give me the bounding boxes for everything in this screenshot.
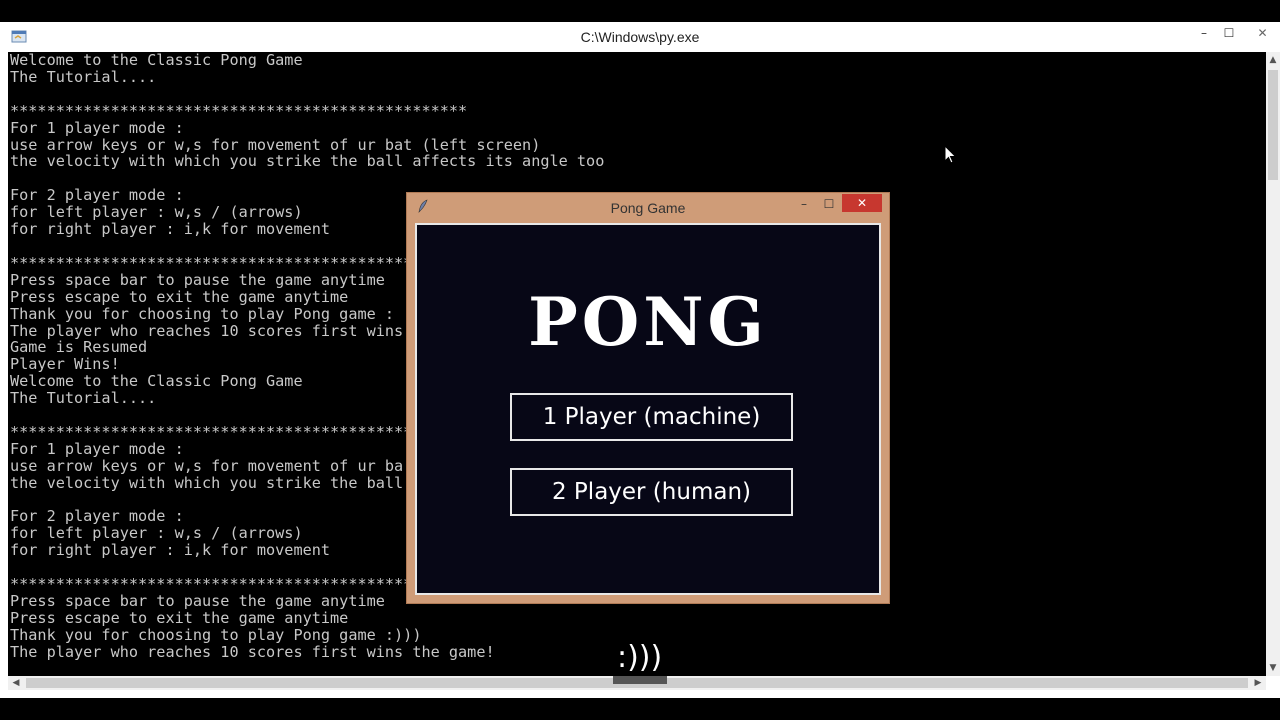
maximize-button[interactable]: ☐ — [1215, 22, 1243, 44]
console-line: Welcome to the Classic Pong Game — [10, 372, 303, 391]
console-line: Press space bar to pause the game anytim… — [10, 270, 385, 289]
pong-window: Pong Game – ☐ ✕ PONG 1 Player (machine) … — [406, 192, 890, 604]
caption-text: :))) — [617, 640, 663, 675]
console-line: For 1 player mode : — [10, 439, 184, 458]
pong-maximize-button[interactable]: ☐ — [817, 195, 841, 213]
console-line: for right player : i,k for movement — [10, 541, 331, 560]
close-button[interactable]: ✕ — [1245, 22, 1280, 44]
console-line: The player who reaches 10 scores first w… — [10, 642, 495, 661]
console-line: use arrow keys or w,s for movement of ur… — [10, 135, 541, 154]
console-line: ****************************************… — [10, 101, 468, 120]
console-line: use arrow keys or w,s for movement of ur… — [10, 456, 404, 475]
pong-logo: PONG — [528, 283, 768, 361]
one-player-button[interactable]: 1 Player (machine) — [510, 393, 793, 441]
console-line: Press escape to exit the game anytime — [10, 287, 349, 306]
minimize-button[interactable]: – — [1190, 22, 1218, 44]
scroll-left-icon[interactable]: ◀ — [8, 676, 24, 690]
console-line: the velocity with which you strike the b… — [10, 152, 605, 171]
console-line: The player who reaches 10 scores first w… — [10, 321, 404, 340]
mouse-pointer-icon — [944, 145, 957, 164]
caption-bar — [613, 676, 667, 684]
console-line: for right player : i,k for movement — [10, 220, 331, 239]
console-line: for left player : w,s / (arrows) — [10, 524, 303, 543]
console-title: C:\Windows\py.exe — [580, 29, 700, 45]
console-line: Player Wins! — [10, 355, 120, 374]
console-line: Game is Resumed — [10, 338, 148, 357]
console-line: Press escape to exit the game anytime — [10, 608, 349, 627]
scroll-up-icon[interactable]: ▲ — [1266, 52, 1280, 68]
scroll-down-icon[interactable]: ▼ — [1266, 660, 1280, 676]
console-line: The Tutorial.... — [10, 389, 157, 408]
console-line: the velocity with which you strike the b… — [10, 473, 404, 492]
console-line: ****************************************… — [10, 253, 468, 272]
console-line: for left player : w,s / (arrows) — [10, 203, 303, 222]
vertical-scroll-thumb[interactable] — [1268, 70, 1278, 180]
console-line: For 1 player mode : — [10, 118, 184, 137]
console-line: Thank you for choosing to play Pong game… — [10, 304, 395, 323]
pong-titlebar[interactable]: Pong Game – ☐ ✕ — [407, 193, 889, 221]
console-line: Press space bar to pause the game anytim… — [10, 592, 385, 610]
console-line: For 2 player mode : — [10, 507, 184, 526]
console-titlebar[interactable]: C:\Windows\py.exe – ☐ ✕ — [0, 22, 1280, 52]
console-line: The Tutorial.... — [10, 67, 157, 86]
scroll-right-icon[interactable]: ▶ — [1250, 676, 1266, 690]
pong-canvas: PONG 1 Player (machine) 2 Player (human) — [415, 223, 881, 595]
pong-close-button[interactable]: ✕ — [842, 194, 882, 212]
console-line: ****************************************… — [10, 422, 468, 441]
console-line: Welcome to the Classic Pong Game — [10, 52, 303, 69]
console-line: For 2 player mode : — [10, 186, 184, 205]
console-line: Thank you for choosing to play Pong game… — [10, 625, 422, 644]
console-line: ****************************************… — [10, 575, 468, 594]
two-player-button[interactable]: 2 Player (human) — [510, 468, 793, 516]
pong-minimize-button[interactable]: – — [792, 195, 816, 213]
vertical-scrollbar[interactable]: ▲ ▼ — [1266, 52, 1280, 676]
